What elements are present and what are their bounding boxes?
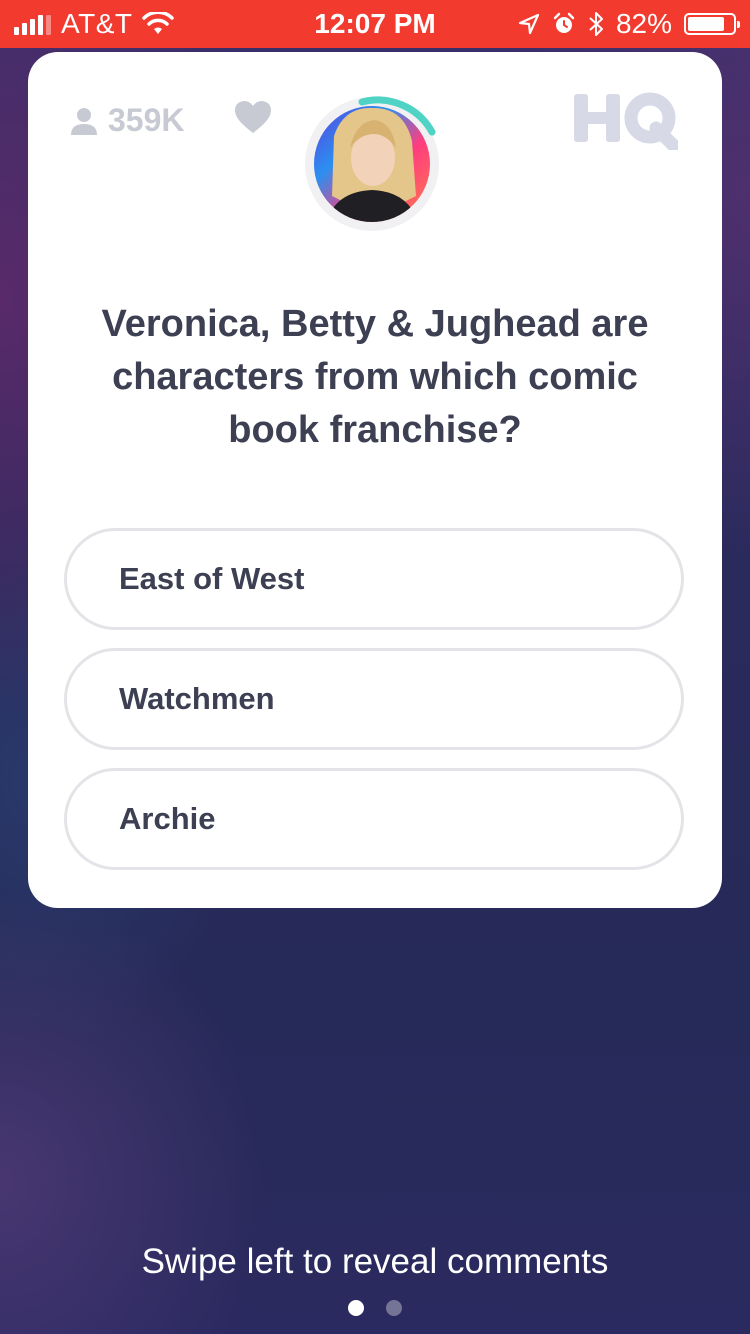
- viewer-counter: 359K: [70, 102, 185, 139]
- answer-option-1[interactable]: East of West: [64, 528, 684, 630]
- person-icon: [71, 107, 97, 135]
- question-text: Veronica, Betty & Jughead are characters…: [101, 303, 649, 451]
- page-indicator[interactable]: [0, 1300, 750, 1316]
- host-avatar: [304, 96, 440, 232]
- page-dot-2: [386, 1300, 402, 1316]
- answer-option-2[interactable]: Watchmen: [64, 648, 684, 750]
- location-arrow-icon: [518, 13, 540, 35]
- hq-logo: [574, 92, 678, 150]
- alarm-icon: [553, 12, 575, 33]
- status-bar: AT&T 12:07 PM 82%: [0, 0, 750, 48]
- battery-percent: 82%: [615, 8, 672, 39]
- bluetooth-icon: [589, 12, 603, 36]
- answer-option-3[interactable]: Archie: [64, 768, 684, 870]
- viewer-count: 359K: [108, 102, 185, 138]
- question-card: 359K Veronica, Betty & Jughead are chara…: [28, 52, 722, 908]
- page-dot-1: [348, 1300, 364, 1316]
- swipe-hint: Swipe left to reveal comments: [141, 1242, 609, 1281]
- battery-icon: [684, 13, 740, 35]
- hq-logo-text: [574, 92, 678, 150]
- heart-icon[interactable]: [234, 100, 272, 134]
